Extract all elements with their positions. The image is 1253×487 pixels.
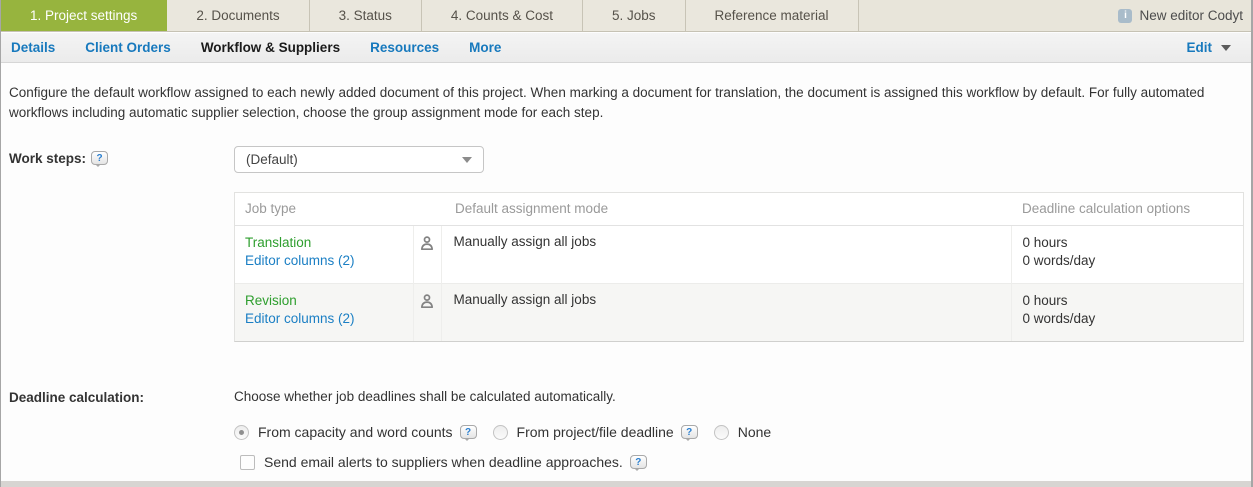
tab-jobs[interactable]: 5. Jobs <box>583 0 686 31</box>
job-type-label: Translation <box>245 234 413 252</box>
info-icon[interactable]: i <box>1118 9 1132 23</box>
user-icon <box>419 293 435 312</box>
deadline-words-value: 0 words/day <box>1023 310 1244 328</box>
nav-item-more[interactable]: More <box>469 40 501 55</box>
deadline-calculation-label: Deadline calculation: <box>9 390 144 405</box>
tab-documents[interactable]: 2. Documents <box>167 0 309 31</box>
editor-columns-link[interactable]: Editor columns (2) <box>245 310 413 328</box>
nav-item-resources[interactable]: Resources <box>370 40 439 55</box>
column-header-icon <box>413 193 441 225</box>
user-icon <box>419 235 435 254</box>
tab-reference-material[interactable]: Reference material <box>686 0 859 31</box>
chevron-down-icon <box>1221 45 1231 51</box>
bottom-panel-edge <box>1 481 1251 487</box>
table-header-row: Job type Default assignment mode Deadlin… <box>235 193 1243 225</box>
tab-project-settings[interactable]: 1. Project settings <box>1 0 167 31</box>
workflow-steps-table: Job type Default assignment mode Deadlin… <box>234 192 1244 342</box>
radio-label: From capacity and word counts <box>258 424 453 440</box>
dropdown-arrow-icon <box>462 157 472 163</box>
checkbox-icon[interactable] <box>240 455 255 470</box>
job-type-label: Revision <box>245 292 413 310</box>
editor-columns-link[interactable]: Editor columns (2) <box>245 252 413 270</box>
radio-icon[interactable] <box>234 425 249 440</box>
nav-right-area: Edit <box>1187 40 1244 55</box>
radio-icon[interactable] <box>714 425 729 440</box>
work-steps-dropdown-value: (Default) <box>246 152 298 167</box>
project-settings-page: 1. Project settings 2. Documents 3. Stat… <box>0 0 1253 487</box>
work-steps-label: Work steps:? <box>9 151 108 166</box>
nav-item-client-orders[interactable]: Client Orders <box>85 40 171 55</box>
radio-label: None <box>738 424 771 440</box>
project-type-indicator: i New editor Codyt <box>1118 0 1251 31</box>
help-icon[interactable]: ? <box>630 455 647 469</box>
tab-status[interactable]: 3. Status <box>310 0 422 31</box>
main-tab-bar: 1. Project settings 2. Documents 3. Stat… <box>1 0 1251 32</box>
edit-button-label: Edit <box>1187 40 1213 55</box>
deadline-calculation-description: Choose whether job deadlines shall be ca… <box>234 389 616 404</box>
deadline-words-value: 0 words/day <box>1023 252 1244 270</box>
workflow-intro-text: Configure the default workflow assigned … <box>9 83 1247 123</box>
radio-from-capacity[interactable]: From capacity and word counts ? <box>234 424 477 440</box>
help-icon[interactable]: ? <box>460 425 477 439</box>
column-header-assignment-mode: Default assignment mode <box>441 193 1011 225</box>
tab-counts-cost[interactable]: 4. Counts & Cost <box>422 0 583 31</box>
radio-from-project-deadline[interactable]: From project/file deadline ? <box>493 424 698 440</box>
work-steps-dropdown[interactable]: (Default) <box>234 146 484 173</box>
column-header-job-type: Job type <box>235 193 413 225</box>
deadline-hours-value: 0 hours <box>1023 234 1244 252</box>
work-steps-label-text: Work steps: <box>9 151 86 166</box>
checkbox-label: Send email alerts to suppliers when dead… <box>264 454 623 470</box>
radio-label: From project/file deadline <box>517 424 674 440</box>
nav-item-details[interactable]: Details <box>11 40 55 55</box>
radio-none[interactable]: None <box>714 424 771 440</box>
edit-button[interactable]: Edit <box>1187 40 1232 55</box>
column-header-deadline-options: Deadline calculation options <box>1011 193 1243 225</box>
help-icon[interactable]: ? <box>681 425 698 439</box>
deadline-mode-radio-group: From capacity and word counts ? From pro… <box>234 422 787 442</box>
help-icon[interactable]: ? <box>91 151 108 165</box>
table-row: Translation Editor columns (2) Manually … <box>235 225 1243 283</box>
assignment-mode-value: Manually assign all jobs <box>441 225 1011 283</box>
deadline-hours-value: 0 hours <box>1023 292 1244 310</box>
email-alert-option[interactable]: Send email alerts to suppliers when dead… <box>240 454 647 470</box>
tab-bar-spacer <box>859 0 1119 31</box>
table-row: Revision Editor columns (2) Manually ass… <box>235 283 1243 341</box>
assignment-mode-value: Manually assign all jobs <box>441 283 1011 341</box>
radio-icon[interactable] <box>493 425 508 440</box>
nav-item-workflow-suppliers[interactable]: Workflow & Suppliers <box>201 40 340 55</box>
section-nav-bar: Details Client Orders Workflow & Supplie… <box>1 33 1251 63</box>
project-type-label: New editor Codyt <box>1139 8 1243 23</box>
